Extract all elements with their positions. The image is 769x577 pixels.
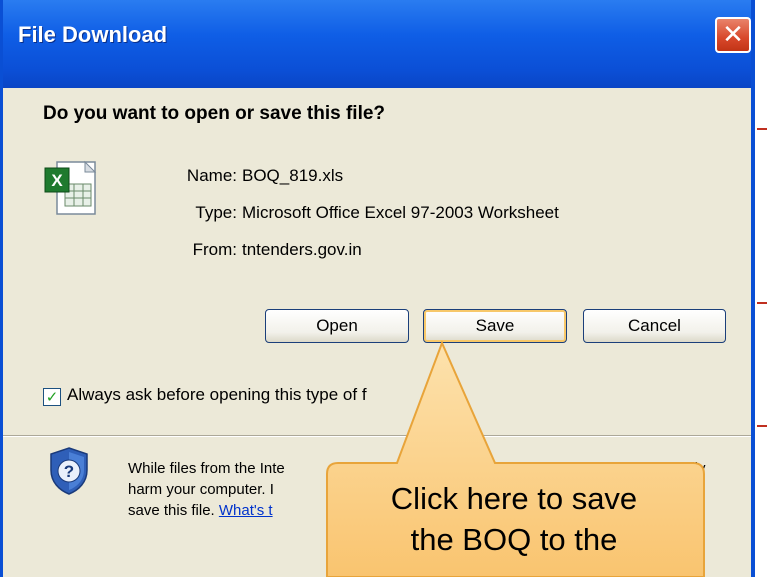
file-name-row: Name: BOQ_819.xls (150, 166, 750, 188)
file-type-row: Type: Microsoft Office Excel 97-2003 Wor… (150, 203, 750, 225)
dialog-title: File Download (18, 22, 168, 47)
name-value: BOQ_819.xls (242, 166, 344, 185)
dialog-titlebar[interactable]: File Download ✕ (3, 0, 751, 88)
warning-line1-a: While files from the Inte (128, 460, 285, 477)
background-mark (757, 302, 767, 304)
always-ask-label[interactable]: Always ask before opening this type of f (67, 385, 367, 405)
open-button[interactable]: Open (265, 309, 409, 343)
cancel-button[interactable]: Cancel (583, 309, 726, 343)
excel-file-icon: X (44, 160, 97, 215)
background-page-edge (755, 0, 769, 577)
warning-line1-b: ally (683, 460, 706, 477)
from-label: From: (192, 240, 237, 259)
callout-text: Click here to save the BOQ to the (324, 478, 704, 560)
from-value: tntenders.gov.in (242, 240, 362, 259)
svg-text:?: ? (64, 462, 74, 481)
name-label: Name: (186, 166, 237, 185)
type-label: Type: (195, 203, 237, 222)
callout-line2: the BOQ to the (410, 522, 618, 557)
save-button[interactable]: Save (423, 309, 567, 343)
warning-line3: save this file. (128, 502, 219, 519)
background-mark (757, 425, 767, 427)
close-button[interactable]: ✕ (715, 17, 751, 53)
dialog-separator (3, 435, 751, 437)
whats-the-risk-link[interactable]: What's t (219, 502, 273, 519)
background-mark (757, 128, 767, 130)
svg-text:X: X (51, 171, 63, 190)
always-ask-checkbox[interactable]: ✓ (43, 388, 61, 406)
file-from-row: From: tntenders.gov.in (150, 240, 750, 262)
close-icon: ✕ (722, 20, 744, 50)
security-shield-icon: ? (50, 447, 88, 495)
dialog-question: Do you want to open or save this file? (43, 103, 386, 124)
type-value: Microsoft Office Excel 97-2003 Worksheet (242, 203, 559, 222)
callout-line1: Click here to save (390, 481, 638, 516)
warning-line2: harm your computer. I (128, 481, 274, 498)
checkmark-icon: ✓ (45, 387, 59, 406)
